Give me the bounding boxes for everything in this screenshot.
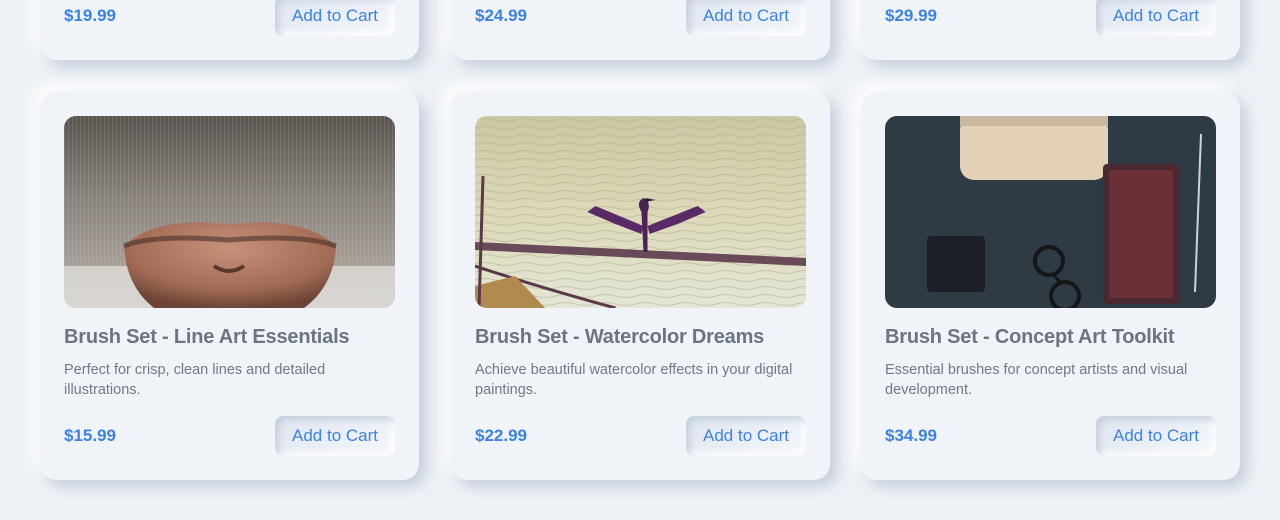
price-row: $24.99 Add to Cart [475,0,806,36]
price-row: $19.99 Add to Cart [64,0,395,36]
product-title: Brush Set - Concept Art Toolkit [885,326,1175,348]
product-price: $15.99 [64,426,116,445]
price-row: $29.99 Add to Cart [885,0,1216,36]
product-title: Brush Set - Watercolor Dreams [475,326,765,348]
product-title: Brush Set - Line Art Essentials [64,326,350,348]
product-price: $29.99 [885,6,937,25]
price-row: $22.99 Add to Cart [475,416,806,456]
product-image[interactable] [64,116,395,308]
add-to-cart-button[interactable]: Add to Cart [686,0,806,36]
product-card: $19.99 Add to Cart [40,0,419,60]
product-card: Brush Set - Watercolor Dreams Achieve be… [451,92,830,480]
product-price: $34.99 [885,426,937,445]
add-to-cart-button[interactable]: Add to Cart [1096,416,1216,456]
product-card: Brush Set - Concept Art Toolkit Essentia… [861,92,1240,480]
product-price: $22.99 [475,426,527,445]
product-image[interactable] [885,116,1216,308]
product-description: Achieve beautiful watercolor effects in … [475,362,793,398]
add-to-cart-button[interactable]: Add to Cart [275,0,395,36]
product-image[interactable] [475,116,806,308]
product-card: Brush Set - Line Art Essentials Perfect … [40,92,419,480]
add-to-cart-button[interactable]: Add to Cart [1096,0,1216,36]
product-card: $24.99 Add to Cart [451,0,830,60]
product-price: $19.99 [64,6,116,25]
price-row: $34.99 Add to Cart [885,416,1216,456]
product-description: Essential brushes for concept artists an… [885,362,1188,398]
price-row: $15.99 Add to Cart [64,416,395,456]
product-price: $24.99 [475,6,527,25]
add-to-cart-button[interactable]: Add to Cart [686,416,806,456]
product-description: Perfect for crisp, clean lines and detai… [64,362,326,398]
product-card: $29.99 Add to Cart [861,0,1240,60]
add-to-cart-button[interactable]: Add to Cart [275,416,395,456]
